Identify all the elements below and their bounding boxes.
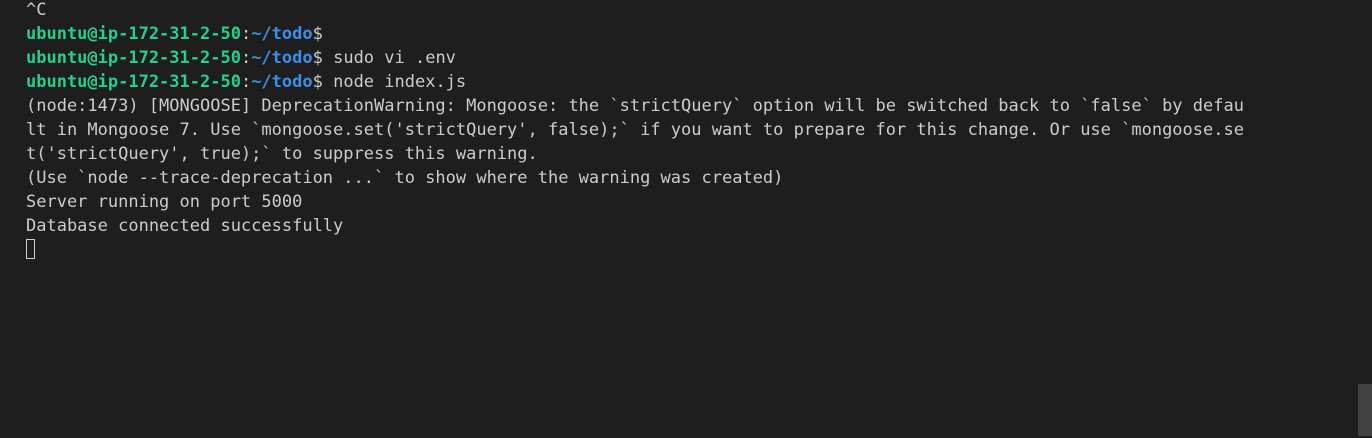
prompt-user-host: ubuntu@ip-172-31-2-50 [26, 72, 241, 92]
prompt-separator: : [240, 48, 252, 68]
interrupt-line: ^C [26, 0, 47, 20]
cursor-line [26, 238, 1372, 262]
prompt-dollar: $ [312, 72, 323, 92]
output-line: Server running on port 5000 [26, 192, 303, 212]
prompt-user-host: ubuntu@ip-172-31-2-50 [26, 24, 241, 44]
prompt-dollar: $ [312, 24, 323, 44]
prompt-user-host: ubuntu@ip-172-31-2-50 [26, 48, 241, 68]
prompt-command: sudo vi .env [322, 48, 456, 68]
prompt-path: ~/todo [251, 24, 313, 44]
prompt-path: ~/todo [251, 72, 313, 92]
prompt-line-3: ubuntu@ip-172-31-2-50:~/todo$ node index… [26, 70, 1372, 94]
output-line: (Use `node --trace-deprecation ...` to s… [26, 168, 784, 188]
prompt-line-1: ubuntu@ip-172-31-2-50:~/todo$ [26, 22, 1372, 46]
output-line: lt in Mongoose 7. Use `mongoose.set('str… [26, 120, 1244, 140]
prompt-separator: : [240, 24, 252, 44]
output-line: (node:1473) [MONGOOSE] DeprecationWarnin… [26, 96, 1244, 116]
output-line: t('strictQuery', true);` to suppress thi… [26, 144, 538, 164]
prompt-path: ~/todo [251, 48, 313, 68]
prompt-separator: : [240, 72, 252, 92]
prompt-line-2: ubuntu@ip-172-31-2-50:~/todo$ sudo vi .e… [26, 46, 1372, 70]
terminal-cursor [26, 239, 35, 259]
terminal-window[interactable]: ^C ubuntu@ip-172-31-2-50:~/todo$ ubuntu@… [0, 0, 1372, 436]
scrollbar-thumb[interactable] [1358, 384, 1372, 436]
prompt-dollar: $ [312, 48, 323, 68]
prompt-command: node index.js [322, 72, 467, 92]
output-line: Database connected successfully [26, 216, 344, 236]
